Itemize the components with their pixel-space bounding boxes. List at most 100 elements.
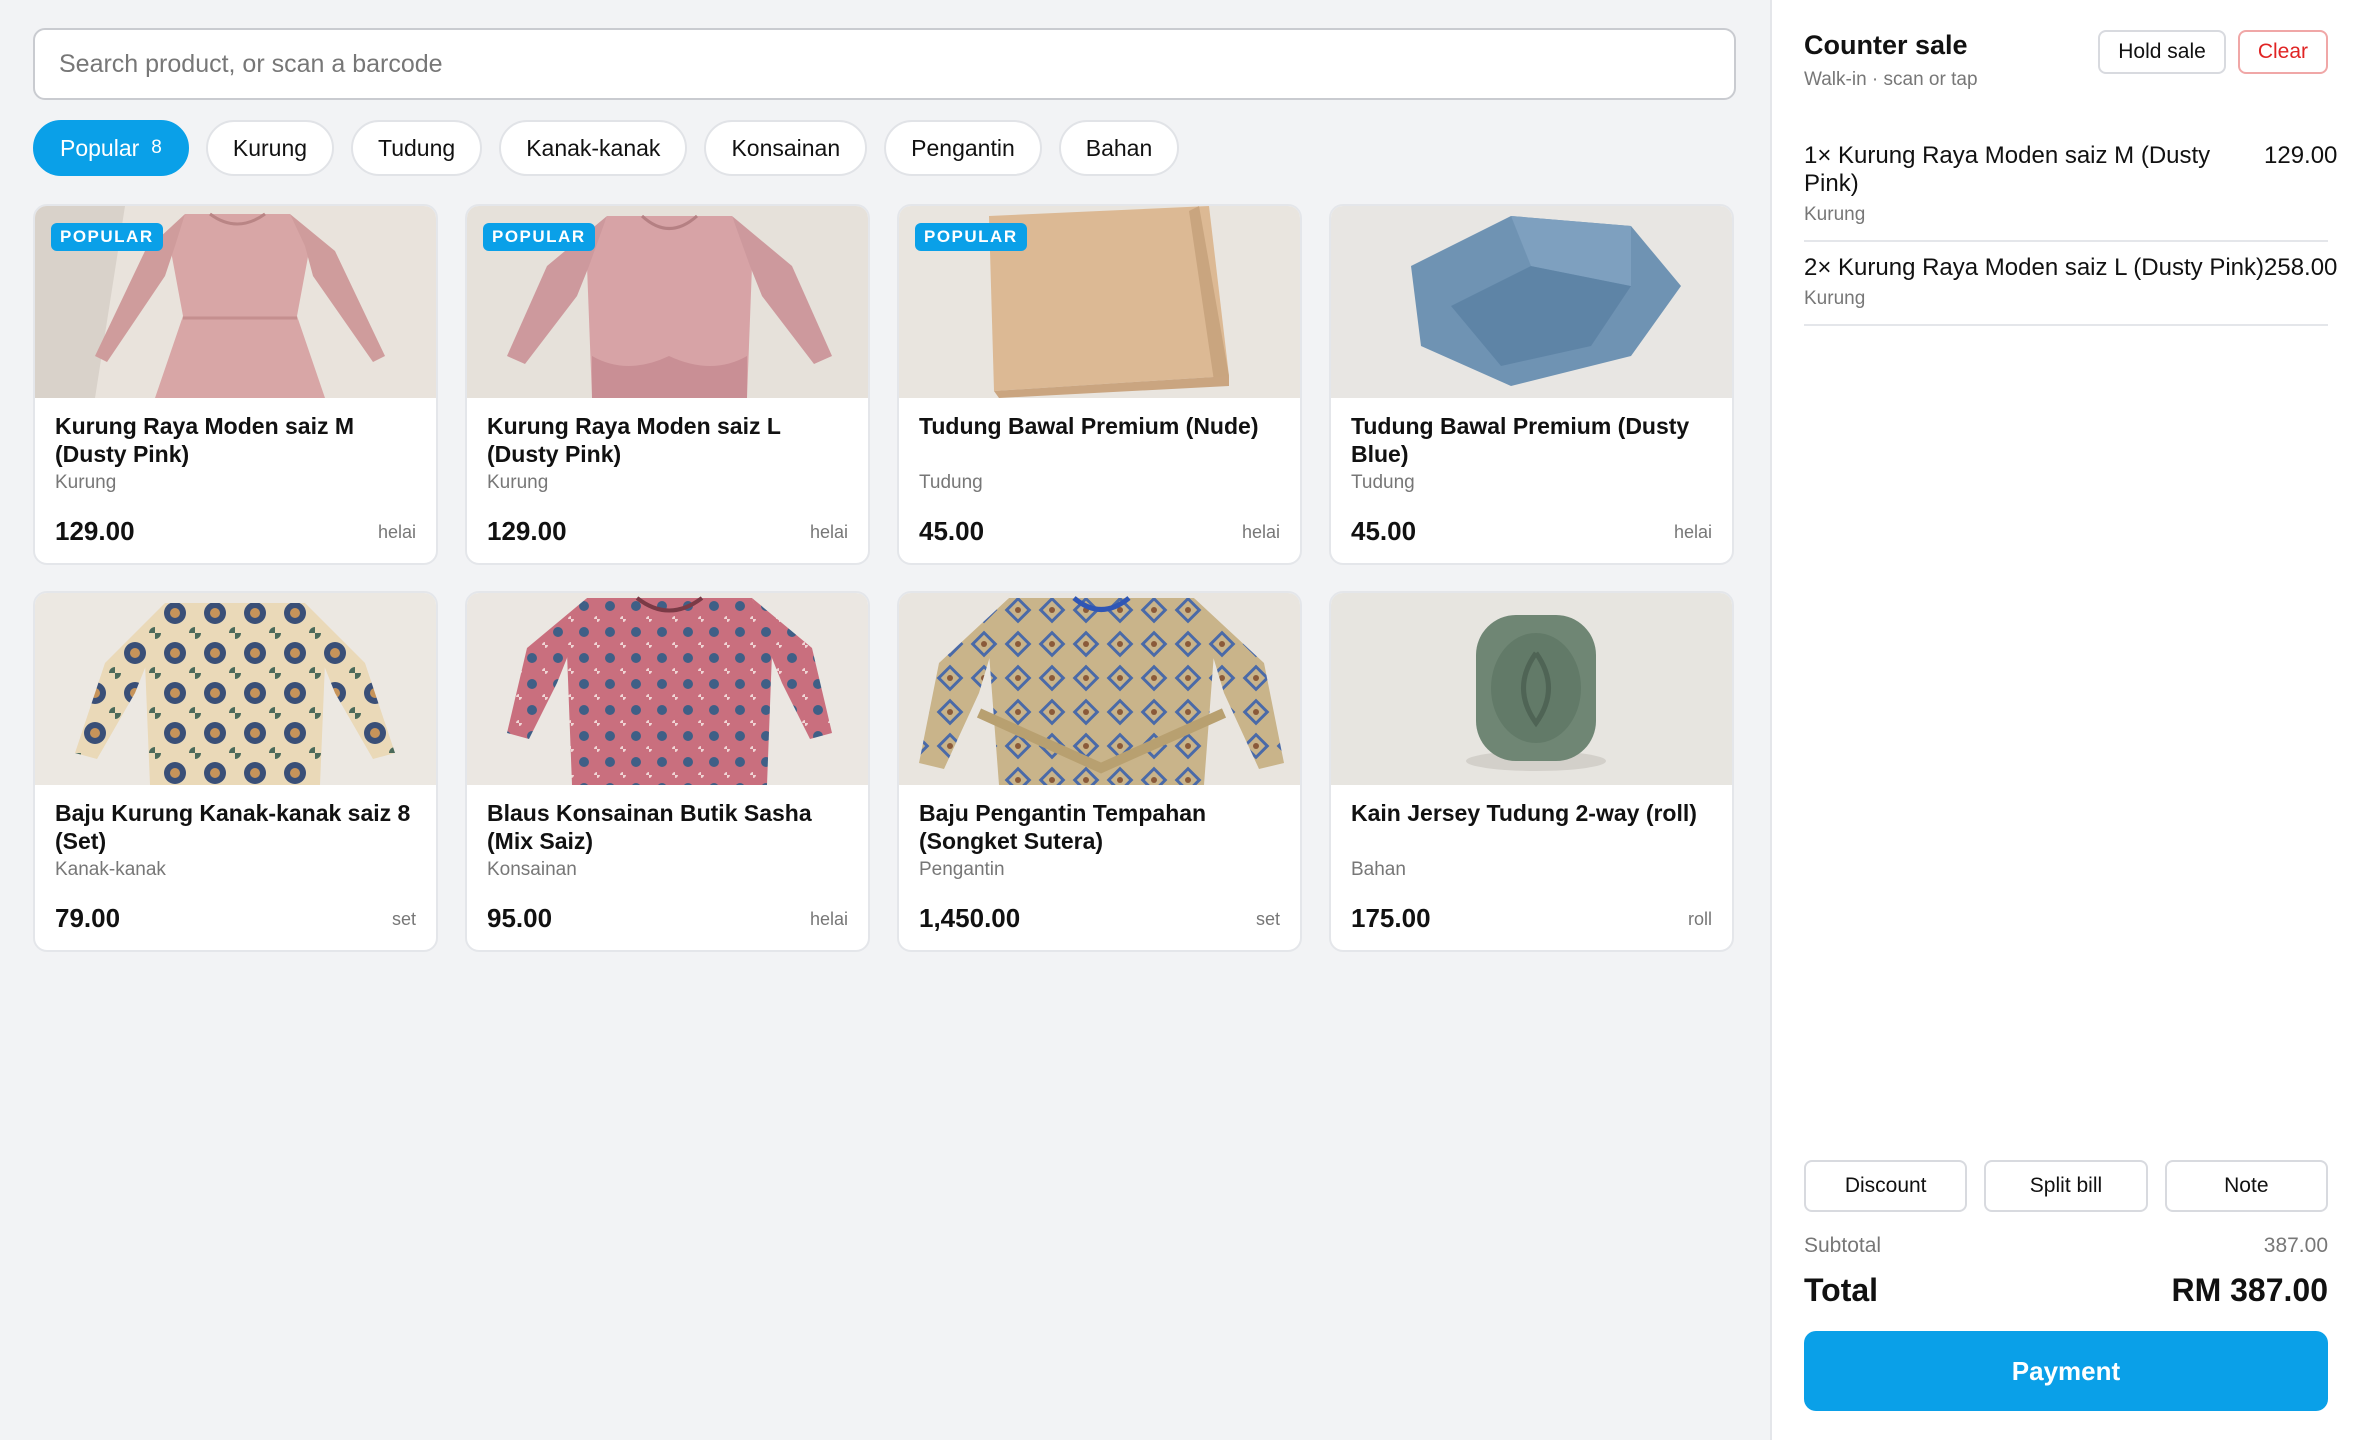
product-name: Kurung Raya Moden saiz M (Dusty Pink): [55, 413, 355, 467]
product-info: Kain Jersey Tudung 2-way (roll) Bahan 17…: [1331, 785, 1732, 950]
product-name: Tudung Bawal Premium (Nude): [919, 413, 1259, 439]
chip-pengantin[interactable]: Pengantin: [884, 120, 1042, 176]
product-price: 129.00: [487, 516, 567, 546]
cart-line-name: 2× Kurung Raya Moden saiz L (Dusty Pink): [1804, 254, 2264, 281]
product-unit: helai: [809, 909, 848, 929]
subtotal-label: Subtotal: [1804, 1234, 1882, 1257]
product-card[interactable]: Kain Jersey Tudung 2-way (roll) Bahan 17…: [1329, 591, 1734, 952]
product-info: Tudung Bawal Premium (Nude) Tudung 45.00…: [899, 398, 1300, 563]
chip-label: Tudung: [378, 134, 456, 161]
product-name: Kain Jersey Tudung 2-way (roll): [1351, 800, 1697, 826]
product-info: Kurung Raya Moden saiz M (Dusty Pink) Ku…: [35, 398, 436, 563]
product-image: POPULAR: [899, 206, 1300, 398]
chip-label: Kurung: [232, 134, 308, 161]
search-box[interactable]: [33, 28, 1736, 100]
product-unit: roll: [1687, 909, 1712, 929]
product-category: Tudung: [1351, 472, 1415, 493]
product-name: Blaus Konsainan Butik Sasha (Mix Saiz): [487, 800, 812, 854]
product-unit: helai: [809, 522, 848, 542]
chip-kurung[interactable]: Kurung: [205, 120, 335, 176]
product-card[interactable]: POPULAR Tudung Bawal Premium (Nude) Tudu…: [897, 204, 1302, 565]
subtotal-value: 387.00: [2263, 1234, 2328, 1257]
chip-bahan[interactable]: Bahan: [1058, 120, 1180, 176]
product-category: Tudung: [919, 472, 983, 493]
total-value: RM 387.00: [2171, 1272, 2328, 1308]
product-price: 79.00: [55, 903, 121, 933]
cart-line[interactable]: 1× Kurung Raya Moden saiz M (Dusty Pink)…: [1804, 130, 2337, 242]
cart-footer: Discount Split bill Note Subtotal 387.00…: [1804, 1160, 2328, 1411]
chip-tudung[interactable]: Tudung: [351, 120, 483, 176]
product-unit: set: [391, 909, 416, 929]
product-name: Baju Kurung Kanak-kanak saiz 8 (Set): [55, 800, 411, 854]
product-card[interactable]: POPULAR Kurung Raya Moden saiz L (Dusty …: [465, 204, 870, 565]
product-unit: helai: [1241, 522, 1280, 542]
product-image: [35, 593, 436, 785]
product-name: Baju Pengantin Tempahan (Songket Sutera): [919, 800, 1207, 854]
popular-badge: POPULAR: [915, 223, 1027, 251]
product-unit: helai: [1673, 522, 1712, 542]
chip-konsainan[interactable]: Konsainan: [704, 120, 868, 176]
product-category: Bahan: [1351, 859, 1406, 880]
payment-button[interactable]: Payment: [1804, 1331, 2328, 1411]
popular-badge: POPULAR: [483, 223, 595, 251]
product-card[interactable]: Tudung Bawal Premium (Dusty Blue) Tudung…: [1329, 204, 1734, 565]
cart-title: Counter sale: [1804, 30, 1968, 60]
clear-button[interactable]: Clear: [2237, 30, 2328, 74]
product-price: 175.00: [1351, 903, 1431, 933]
chip-kanak-kanak[interactable]: Kanak-kanak: [499, 120, 688, 176]
product-price: 45.00: [919, 516, 985, 546]
product-grid: POPULAR Kurung Raya Moden saiz M (Dusty …: [33, 204, 1737, 952]
product-price: 95.00: [487, 903, 553, 933]
product-category: Kanak-kanak: [55, 859, 166, 880]
cart-line-amount: 258.00: [2264, 254, 2338, 281]
product-card[interactable]: Baju Kurung Kanak-kanak saiz 8 (Set) Kan…: [33, 591, 438, 952]
cart-line-category: Kurung: [1804, 204, 1866, 225]
cart-line-category: Kurung: [1804, 288, 1866, 309]
product-card[interactable]: Baju Pengantin Tempahan (Songket Sutera)…: [897, 591, 1302, 952]
cart-subtitle: Walk-in · scan or tap: [1804, 69, 1978, 90]
product-image: [1331, 206, 1732, 398]
catalog-panel: Popular 8 Kurung Tudung Kanak-kanak Kons…: [0, 0, 1770, 1440]
search-input[interactable]: [59, 49, 1710, 79]
product-price: 1,450.00: [919, 903, 1021, 933]
chip-label: Pengantin: [911, 134, 1015, 161]
product-unit: helai: [377, 522, 416, 542]
cart-line-name: 1× Kurung Raya Moden saiz M (Dusty Pink): [1804, 142, 2211, 197]
product-image: [1331, 593, 1732, 785]
product-info: Baju Pengantin Tempahan (Songket Sutera)…: [899, 785, 1300, 950]
hold-sale-button[interactable]: Hold sale: [2098, 30, 2226, 74]
product-image: [467, 593, 868, 785]
subtotal-row: Subtotal 387.00: [1804, 1234, 2328, 1258]
split-bill-button[interactable]: Split bill: [1984, 1160, 2148, 1212]
product-name: Kurung Raya Moden saiz L (Dusty Pink): [487, 413, 781, 467]
product-category: Kurung: [487, 472, 549, 493]
product-info: Tudung Bawal Premium (Dusty Blue) Tudung…: [1331, 398, 1732, 563]
product-unit: set: [1255, 909, 1280, 929]
pos-app: Popular 8 Kurung Tudung Kanak-kanak Kons…: [0, 0, 2360, 1440]
product-category: Konsainan: [487, 859, 577, 880]
chip-count-badge: 8: [151, 137, 162, 158]
product-image: POPULAR: [467, 206, 868, 398]
product-info: Blaus Konsainan Butik Sasha (Mix Saiz) K…: [467, 785, 868, 950]
product-card[interactable]: POPULAR Kurung Raya Moden saiz M (Dusty …: [33, 204, 438, 565]
product-image: POPULAR: [35, 206, 436, 398]
discount-button[interactable]: Discount: [1804, 1160, 1968, 1212]
product-category: Pengantin: [919, 859, 1005, 880]
product-price: 129.00: [55, 516, 135, 546]
chip-label: Popular: [60, 134, 140, 161]
category-chips: Popular 8 Kurung Tudung Kanak-kanak Kons…: [33, 120, 1737, 176]
product-info: Kurung Raya Moden saiz L (Dusty Pink) Ku…: [467, 398, 868, 563]
cart-lines: 1× Kurung Raya Moden saiz M (Dusty Pink)…: [1804, 130, 2337, 326]
cart-line-amount: 129.00: [2264, 142, 2338, 169]
product-name: Tudung Bawal Premium (Dusty Blue): [1351, 413, 1690, 467]
product-card[interactable]: Blaus Konsainan Butik Sasha (Mix Saiz) K…: [465, 591, 870, 952]
total-label: Total: [1804, 1272, 1879, 1308]
total-row: Total RM 387.00: [1804, 1272, 2328, 1309]
chip-label: Konsainan: [731, 134, 841, 161]
product-info: Baju Kurung Kanak-kanak saiz 8 (Set) Kan…: [35, 785, 436, 950]
chip-popular[interactable]: Popular 8: [33, 120, 189, 176]
product-category: Kurung: [55, 472, 117, 493]
cart-line[interactable]: 2× Kurung Raya Moden saiz L (Dusty Pink)…: [1804, 242, 2337, 326]
product-image: [899, 593, 1300, 785]
note-button[interactable]: Note: [2164, 1160, 2328, 1212]
